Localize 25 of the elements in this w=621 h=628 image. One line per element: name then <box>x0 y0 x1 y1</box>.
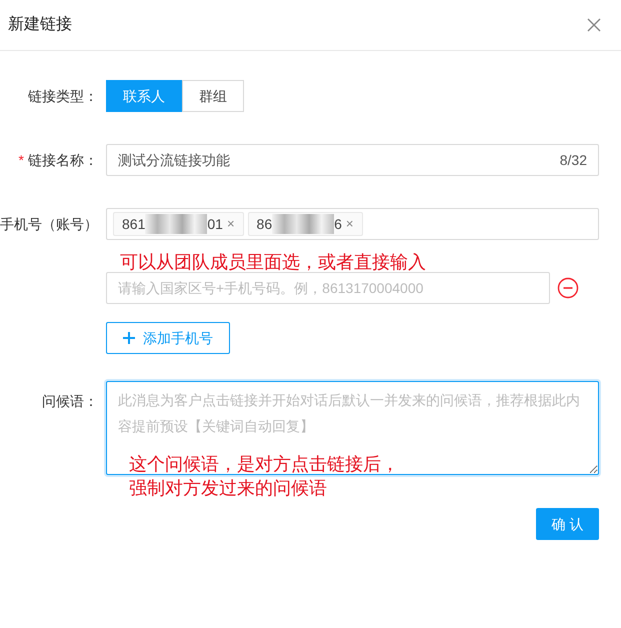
required-mark: * <box>18 150 24 170</box>
phone-tag: 86 6 × <box>248 212 362 236</box>
tag-remove-button[interactable]: × <box>226 214 235 234</box>
close-icon[interactable] <box>587 18 601 32</box>
field-label: 链接类型： <box>28 86 98 106</box>
link-name-field[interactable]: 测试分流链接功能 8/32 <box>106 144 599 176</box>
phone-tags-field[interactable]: 861 01 × 86 6 × <box>106 208 599 240</box>
field-label: 链接名称： <box>28 150 98 170</box>
confirm-button[interactable]: 确 认 <box>536 508 599 540</box>
field-label: 手机号（账号） <box>0 214 98 234</box>
annotation-text: 强制对方发过来的问候语 <box>129 477 328 500</box>
phone-tag: 861 01 × <box>113 212 244 236</box>
field-label: 问候语： <box>42 392 98 411</box>
dialog-title: 新建链接 <box>8 14 72 35</box>
annotation-text: 这个问候语，是对方点击链接后， <box>129 453 399 476</box>
tag-remove-button[interactable]: × <box>346 214 354 234</box>
segment-tab[interactable]: 联系人 <box>106 80 182 112</box>
remove-icon[interactable] <box>557 277 579 299</box>
phone-input-field[interactable]: 请输入国家区号+手机号码。例，8613170004000 <box>106 272 550 304</box>
blurred-digits <box>145 214 208 234</box>
segment-tab[interactable]: 群组 <box>182 80 244 112</box>
add-phone-button[interactable]: 添加手机号 <box>106 322 230 354</box>
annotation-text: 可以从团队成员里面选，或者直接输入 <box>120 251 426 274</box>
blurred-digits <box>272 214 334 234</box>
plus-icon <box>123 332 135 344</box>
